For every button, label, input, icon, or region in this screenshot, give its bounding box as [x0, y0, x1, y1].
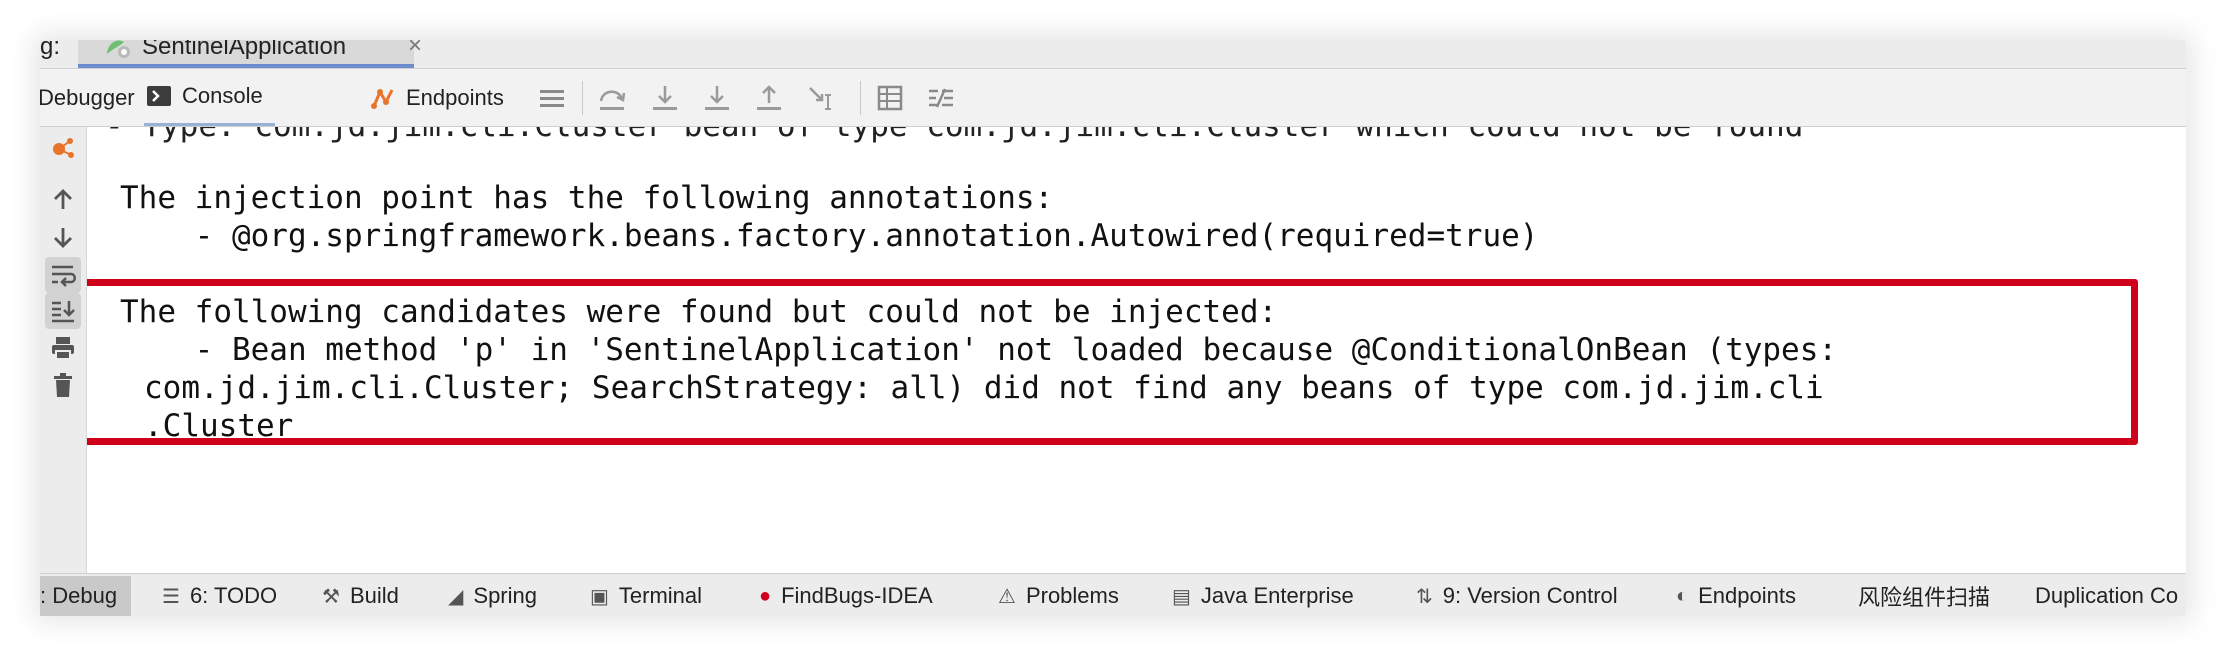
tab-debugger-label: Debugger [40, 84, 135, 110]
tool-window-problems[interactable]: ⚠ Problems [998, 576, 1119, 616]
tool-window-build[interactable]: ⚒ Build [322, 576, 399, 616]
console-line-partial: - Type: com.jd.jim.cli.Cluster bean of t… [105, 127, 1803, 145]
close-icon[interactable]: × [408, 40, 422, 60]
list-icon: ☰ [162, 585, 180, 608]
tool-window-spring[interactable]: ◢ Spring [448, 576, 537, 616]
down-arrow-icon[interactable] [45, 219, 81, 255]
menu-icon[interactable] [537, 83, 567, 113]
tab-console-label: Console [182, 83, 263, 108]
debug-toolbar: Debugger Console Endpoints [40, 69, 2186, 127]
tool-window-label: : Debug [40, 583, 118, 608]
trash-icon[interactable] [45, 367, 81, 403]
java-enterprise-icon: ▤ [1172, 585, 1191, 608]
console-gutter [40, 127, 87, 573]
tool-window-version-control[interactable]: ⇅ 9: Version Control [1416, 576, 1618, 616]
tab-endpoints-label: Endpoints [406, 84, 504, 110]
tool-window-label: Java Enterprise [1200, 583, 1354, 608]
tool-window-findbugs[interactable]: ● FindBugs-IDEA [759, 576, 933, 616]
tool-window-bar: : Debug ☰ 6: TODO ⚒ Build ◢ Spring ▣ Ter… [40, 573, 2186, 616]
console-output[interactable]: - Type: com.jd.jim.cli.Cluster bean of t… [87, 127, 2186, 573]
toolbar-separator [582, 81, 583, 115]
tab-endpoints[interactable]: Endpoints [368, 69, 504, 126]
run-to-cursor-icon[interactable] [806, 83, 836, 113]
tool-window-java-enterprise[interactable]: ▤ Java Enterprise [1172, 576, 1354, 616]
tool-window-label: Terminal [618, 583, 703, 608]
tool-window-label: Problems [1025, 583, 1119, 608]
run-tab-strip: g: SentinelApplication × [40, 40, 2186, 69]
console-icon [147, 86, 171, 106]
run-tab-sentinel-application[interactable]: SentinelApplication × [78, 40, 422, 68]
warning-icon: ⚠ [998, 585, 1016, 608]
tool-window-label: 风险组件扫描 [1858, 585, 1991, 610]
print-icon[interactable] [45, 330, 81, 366]
tool-window-label: Build [349, 583, 399, 608]
ide-window: g: SentinelApplication × Debugger Consol… [40, 40, 2186, 616]
tool-window-debug[interactable]: : Debug [40, 576, 132, 616]
spring-leaf-icon: ◢ [448, 585, 464, 608]
tool-window-prefix: g: [40, 40, 61, 60]
spring-boot-app-icon [107, 40, 130, 58]
up-arrow-icon[interactable] [45, 182, 81, 218]
trace-icon[interactable] [926, 83, 956, 113]
endpoints-icon [371, 88, 394, 109]
tool-window-label: Spring [473, 583, 537, 608]
version-control-icon: ⇅ [1416, 585, 1433, 608]
tool-window-terminal[interactable]: ▣ Terminal [590, 576, 702, 616]
hammer-icon: ⚒ [322, 585, 340, 608]
spring-bean-icon[interactable] [45, 131, 81, 167]
tool-window-risk-scan[interactable]: 风险组件扫描 [1858, 576, 1990, 616]
terminal-icon: ▣ [590, 585, 609, 608]
tool-window-label: Duplication Co [2035, 583, 2179, 608]
force-step-into-icon[interactable] [702, 83, 732, 113]
evaluate-table-icon[interactable] [875, 83, 905, 113]
tab-console[interactable]: Console [144, 69, 275, 126]
step-out-icon[interactable] [754, 83, 784, 113]
console-line: The injection point has the following an… [120, 180, 1054, 216]
tool-window-label: 6: TODO [189, 583, 278, 608]
tool-window-label: 9: Version Control [1442, 583, 1618, 608]
tool-window-label: Endpoints [1698, 583, 1796, 608]
toolbar-separator [860, 81, 861, 115]
soft-wrap-icon[interactable] [45, 257, 81, 293]
error-highlight-box [87, 279, 2138, 445]
run-tab-label: SentinelApplication [142, 40, 347, 60]
scroll-to-end-icon[interactable] [45, 293, 81, 329]
tool-window-todo[interactable]: ☰ 6: TODO [162, 576, 277, 616]
tool-window-duplication[interactable]: Duplication Co [2035, 576, 2178, 616]
tab-debugger[interactable]: Debugger [40, 69, 135, 126]
tool-window-endpoints[interactable]: ◐ Endpoints [1676, 576, 1796, 616]
step-into-icon[interactable] [650, 83, 680, 113]
tool-window-label: FindBugs-IDEA [781, 583, 933, 608]
bug-icon: ● [759, 584, 772, 607]
console-line: - @org.springframework.beans.factory.ann… [120, 218, 1539, 254]
step-over-icon[interactable] [597, 83, 627, 113]
endpoints-icon: ◐ [1676, 584, 1689, 607]
